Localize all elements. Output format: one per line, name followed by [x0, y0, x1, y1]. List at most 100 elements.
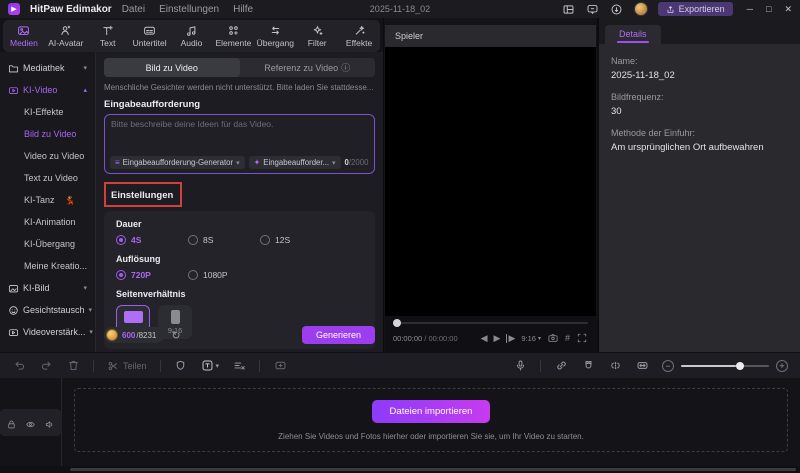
- timeline-track-area: Dateien importieren Ziehen Sie Videos un…: [62, 378, 800, 466]
- sidebar-item-mediathek[interactable]: Mediathek ▾: [4, 57, 91, 79]
- sidebar-item-videoverstaerkung[interactable]: Videoverstärk... ▾: [4, 321, 93, 343]
- chevron-down-icon: ▾: [83, 285, 87, 292]
- sidebar-item-bild-zu-video[interactable]: Bild zu Video: [4, 123, 91, 145]
- import-method-label: Methode der Einfuhr:: [611, 128, 696, 138]
- tab-text[interactable]: Text: [87, 24, 129, 48]
- radio-icon: [188, 270, 198, 280]
- refresh-icon[interactable]: ↻: [171, 329, 180, 342]
- menubar: Datei Einstellungen Hilfe: [122, 4, 253, 15]
- media-drop-zone[interactable]: Dateien importieren Ziehen Sie Videos un…: [74, 388, 788, 452]
- previous-frame-button[interactable]: ◀: [481, 333, 488, 343]
- duration-option-4s[interactable]: 4S: [116, 235, 158, 245]
- microphone-icon[interactable]: [513, 359, 527, 373]
- app-name: HitPaw Edimakor: [30, 3, 112, 15]
- export-button[interactable]: Exportieren: [657, 2, 733, 16]
- feedback-icon[interactable]: [586, 2, 600, 16]
- mode-tab-referenz-zu-video[interactable]: Referenz zu Video ⓘ: [240, 58, 376, 77]
- text-tool-button[interactable]: ▾: [201, 359, 219, 372]
- divider: [93, 359, 94, 372]
- remove-silence-icon[interactable]: [232, 359, 246, 373]
- video-icon: [8, 86, 19, 94]
- seek-bar[interactable]: [393, 319, 588, 327]
- ribbon-tabs: Medien AI-Avatar Text Untertitel Audio E…: [3, 20, 380, 52]
- prompt-generator-dropdown[interactable]: ≡ Eingabeaufforderung-Generator ▾: [110, 156, 245, 169]
- link-icon[interactable]: [554, 359, 568, 373]
- horizontal-scrollbar[interactable]: [70, 468, 796, 471]
- divider: [159, 359, 161, 372]
- settings-annotation-box: Einstellungen: [104, 182, 183, 207]
- tab-ai-avatar[interactable]: AI-Avatar: [45, 24, 87, 48]
- delete-icon[interactable]: [66, 359, 80, 373]
- fit-timeline-icon[interactable]: [635, 359, 649, 373]
- tab-filter[interactable]: Filter: [296, 24, 338, 48]
- generate-button[interactable]: Generieren: [301, 326, 375, 344]
- optimizer-icon: ✦: [253, 158, 261, 167]
- tab-untertitel[interactable]: Untertitel: [129, 24, 171, 48]
- zoom-in-button[interactable]: +: [776, 359, 788, 372]
- sidebar-item-ki-bild[interactable]: KI-Bild ▾: [4, 277, 91, 299]
- sidebar-item-ki-effekte[interactable]: KI-Effekte: [4, 101, 91, 123]
- sidebar-item-video-zu-video[interactable]: Video zu Video: [4, 145, 91, 167]
- play-button[interactable]: ▶: [494, 333, 501, 343]
- tab-uebergang[interactable]: Übergang: [254, 24, 296, 48]
- image-icon: [8, 284, 19, 292]
- next-frame-button[interactable]: ▶: [506, 333, 515, 343]
- zoom-to-clip-icon[interactable]: [273, 359, 287, 373]
- duration-option-8s[interactable]: 8S: [188, 235, 230, 245]
- details-panel: Details Name: 2025-11-18_02 Bildfrequenz…: [597, 18, 800, 352]
- zoom-slider-handle[interactable]: [735, 361, 744, 370]
- menu-einstellungen[interactable]: Einstellungen: [159, 4, 219, 15]
- zoom-out-button[interactable]: −: [662, 359, 674, 372]
- tab-audio[interactable]: Audio: [171, 24, 213, 48]
- menu-datei[interactable]: Datei: [122, 4, 145, 15]
- tab-elemente[interactable]: Elemente: [212, 24, 254, 48]
- resolution-option-1080p[interactable]: 1080P: [188, 270, 230, 280]
- minimize-button[interactable]: ─: [747, 4, 753, 15]
- dropdown-caret-icon: ▾: [332, 159, 336, 167]
- duration-option-12s[interactable]: 12S: [260, 235, 302, 245]
- video-preview[interactable]: [385, 47, 596, 316]
- close-button[interactable]: ✕: [784, 4, 792, 15]
- sidebar-item-text-zu-video[interactable]: Text zu Video: [4, 167, 91, 189]
- user-avatar[interactable]: [633, 2, 648, 16]
- bottom-scroll-area: [0, 466, 800, 473]
- seek-handle[interactable]: [393, 319, 401, 327]
- eye-icon[interactable]: [25, 417, 36, 428]
- tab-details[interactable]: Details: [605, 25, 661, 44]
- tab-medien[interactable]: Medien: [3, 24, 45, 48]
- sidebar-item-ki-animation[interactable]: KI-Animation: [4, 211, 91, 233]
- details-body: Name: 2025-11-18_02 Bildfrequenz: 30 Met…: [599, 44, 800, 352]
- landscape-shape-icon: [123, 310, 143, 323]
- import-files-button[interactable]: Dateien importieren: [371, 399, 491, 423]
- split-button[interactable]: Teilen: [107, 360, 147, 372]
- sidebar-item-ki-tanz[interactable]: KI-Tanz 💃: [4, 189, 91, 211]
- prompt-input[interactable]: [111, 119, 368, 147]
- chevron-down-icon: ▾: [83, 65, 87, 72]
- badge-icon[interactable]: [174, 359, 188, 373]
- maximize-button[interactable]: □: [766, 4, 771, 15]
- download-icon[interactable]: [610, 2, 624, 16]
- sidebar-item-ki-video[interactable]: KI-Video ▴: [4, 79, 91, 101]
- mode-tabs: Bild zu Video Referenz zu Video ⓘ: [104, 58, 375, 77]
- zoom-slider-track[interactable]: [681, 361, 769, 370]
- undo-icon[interactable]: [12, 359, 26, 373]
- redo-icon[interactable]: [39, 359, 53, 373]
- split-view-icon[interactable]: [608, 359, 622, 373]
- sidebar-item-ki-uebergang[interactable]: KI-Übergang: [4, 233, 91, 255]
- resolution-option-720p[interactable]: 720P: [116, 270, 158, 280]
- credits-badge: 600/8231: [104, 327, 165, 343]
- speaker-icon[interactable]: [44, 417, 55, 428]
- mode-tab-bild-zu-video[interactable]: Bild zu Video: [104, 58, 240, 77]
- grid-icon[interactable]: #: [565, 333, 570, 343]
- preview-ratio-dropdown[interactable]: 9:16 ▾: [521, 334, 541, 343]
- lock-icon[interactable]: [6, 417, 17, 428]
- sidebar-item-gesichtstausch[interactable]: Gesichtstausch ▾: [4, 299, 92, 321]
- snapshot-icon[interactable]: [547, 332, 559, 344]
- prompt-optimizer-dropdown[interactable]: ✦ Eingabeaufforder... ▾: [248, 156, 341, 169]
- menu-hilfe[interactable]: Hilfe: [233, 4, 253, 15]
- sidebar-item-meine-kreationen[interactable]: Meine Kreatio...: [4, 255, 91, 277]
- tab-effekte[interactable]: Effekte: [338, 24, 380, 48]
- magnet-icon[interactable]: [581, 359, 595, 373]
- fullscreen-icon[interactable]: [576, 332, 588, 344]
- layout-panels-icon[interactable]: [562, 2, 576, 16]
